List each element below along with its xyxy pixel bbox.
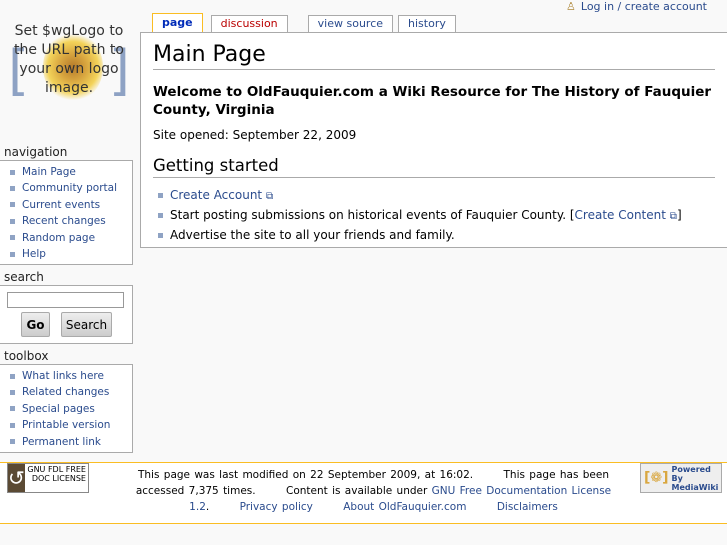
nav-random-page[interactable]: Random page xyxy=(22,232,95,244)
search-portlet: Go Search xyxy=(0,285,133,344)
user-icon: ♙ xyxy=(566,0,576,13)
tool-special-pages[interactable]: Special pages xyxy=(22,403,95,415)
tool-related-changes[interactable]: Related changes xyxy=(22,386,109,398)
create-content-link[interactable]: Create Content xyxy=(575,208,666,222)
site-logo[interactable]: [ ] Set $wgLogo to the URL path to your … xyxy=(8,22,130,122)
getting-started-list: Create Account ⧉ Start posting submissio… xyxy=(153,186,715,244)
tool-what-links-here[interactable]: What links here xyxy=(22,370,104,382)
personal-tools: ♙ Log in / create account xyxy=(566,0,707,13)
powered-by-mediawiki-badge[interactable]: [❁] Powered By MediaWiki xyxy=(640,463,722,493)
site-opened-text: Site opened: September 22, 2009 xyxy=(153,128,357,142)
logo-text: Set $wgLogo to the URL path to your own … xyxy=(14,23,124,96)
mediawiki-logo-icon: [❁] xyxy=(644,470,669,486)
external-link-icon: ⧉ xyxy=(265,191,274,202)
navigation-portlet: Main Page Community portal Current event… xyxy=(0,160,133,265)
tab-view-source[interactable]: view source xyxy=(307,15,394,33)
nav-community-portal[interactable]: Community portal xyxy=(22,182,117,194)
login-link[interactable]: Log in / create account xyxy=(581,0,707,13)
content-area: Main Page Welcome to OldFauquier.com a W… xyxy=(140,32,727,248)
create-account-link[interactable]: Create Account xyxy=(170,188,262,202)
footer-info: This page was last modified on 22 Septem… xyxy=(135,469,612,513)
nav-help[interactable]: Help xyxy=(22,248,46,260)
section-heading: Getting started xyxy=(153,156,715,178)
copyleft-icon: ↺ xyxy=(8,464,25,492)
tool-printable-version[interactable]: Printable version xyxy=(22,419,110,431)
welcome-heading: Welcome to OldFauquier.com a Wiki Resour… xyxy=(153,84,712,118)
page-title: Main Page xyxy=(153,42,715,70)
nav-recent-changes[interactable]: Recent changes xyxy=(22,215,106,227)
nav-current-events[interactable]: Current events xyxy=(22,199,100,211)
about-link[interactable]: About OldFauquier.com xyxy=(343,501,466,513)
tab-page[interactable]: page xyxy=(152,13,203,34)
nav-main-page[interactable]: Main Page xyxy=(22,166,76,178)
gnu-fdl-badge[interactable]: ↺ GNU FDL FREE DOC LICENSE xyxy=(7,463,89,493)
toolbox-portlet: What links here Related changes Special … xyxy=(0,364,133,453)
disclaimers-link[interactable]: Disclaimers xyxy=(497,501,558,513)
navigation-heading: navigation xyxy=(4,145,68,159)
search-heading: search xyxy=(4,270,44,284)
search-button[interactable]: Search xyxy=(61,312,112,337)
privacy-link[interactable]: Privacy policy xyxy=(240,501,313,513)
go-button[interactable]: Go xyxy=(21,312,50,337)
tab-history[interactable]: history xyxy=(398,15,456,33)
footer: ↺ GNU FDL FREE DOC LICENSE This page was… xyxy=(0,462,727,524)
list-item: Start posting submissions on historical … xyxy=(158,206,715,226)
last-modified: This page was last modified on 22 Septem… xyxy=(137,469,474,481)
external-link-icon: ⧉ xyxy=(669,211,677,222)
tab-discussion[interactable]: discussion xyxy=(210,15,288,33)
list-item: Advertise the site to all your friends a… xyxy=(158,226,715,244)
toolbox-heading: toolbox xyxy=(4,349,49,363)
search-input[interactable] xyxy=(7,292,124,308)
list-item: Create Account ⧉ xyxy=(158,186,715,206)
tool-permanent-link[interactable]: Permanent link xyxy=(22,436,101,448)
